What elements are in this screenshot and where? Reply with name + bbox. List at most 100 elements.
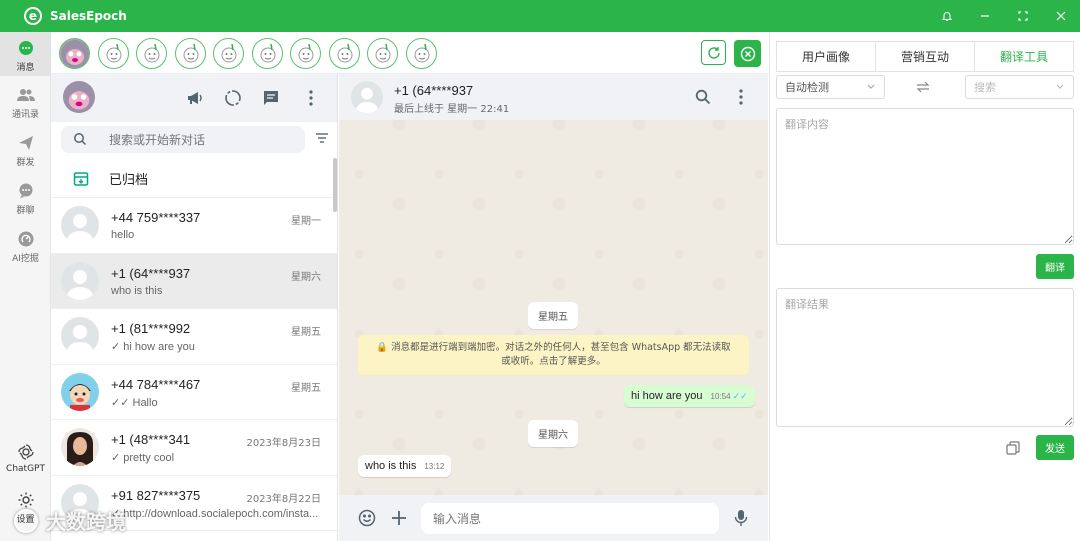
chevron-down-icon	[1056, 84, 1064, 89]
chat-list-item[interactable]: +1 (81****992 ✓ hi how are you 星期五	[51, 309, 337, 365]
salesepoch-logo-icon: e	[24, 7, 42, 25]
translate-result[interactable]	[776, 288, 1074, 427]
chat-last-message: ✓ hi how are you	[111, 341, 195, 353]
account-avatar[interactable]	[290, 38, 321, 69]
message-composer	[339, 495, 768, 541]
bell-icon[interactable]	[928, 0, 966, 32]
new-chat-icon[interactable]	[261, 88, 281, 108]
translate-button[interactable]: 翻译	[1036, 254, 1074, 279]
send-translation-button[interactable]: 发送	[1036, 435, 1074, 460]
last-seen: 最后上线于 星期一 22:41	[394, 104, 510, 115]
read-receipt-icon: ✓✓	[732, 391, 748, 401]
outgoing-message[interactable]: hi how are you 10:54 ✓✓	[624, 385, 755, 407]
menu-dots-icon[interactable]	[301, 88, 321, 108]
tab-translate-tool[interactable]: 翻译工具	[975, 42, 1073, 71]
rail-label: 通讯录	[11, 110, 39, 120]
rail-item-group-chat[interactable]: 群聊	[0, 182, 51, 216]
minimize-icon[interactable]	[966, 0, 1004, 32]
account-avatar[interactable]	[59, 38, 90, 69]
conversation-panel: +1 (64****937 最后上线于 星期一 22:41 星期五 🔒 消息都是…	[339, 74, 768, 541]
default-avatar-icon	[61, 261, 99, 300]
chat-list-panel: 已归档 +44 759****337 hello 星期一 +1 (64****9…	[51, 74, 338, 541]
account-avatar[interactable]	[98, 38, 129, 69]
maximize-icon[interactable]	[1004, 0, 1042, 32]
account-avatar[interactable]	[329, 38, 360, 69]
account-avatar[interactable]	[406, 38, 437, 69]
menu-dots-icon[interactable]	[732, 88, 750, 106]
account-avatar[interactable]	[213, 38, 244, 69]
chat-name: +1 (64****937	[111, 265, 191, 281]
account-avatar[interactable]	[175, 38, 206, 69]
emoji-icon[interactable]	[358, 509, 376, 527]
cartoon-avatar-icon	[61, 372, 99, 411]
date-divider: 星期六	[528, 420, 578, 447]
chat-time: 2023年8月23日	[246, 438, 321, 449]
chat-list-item[interactable]: +1 (48****341 ✓ pretty cool 2023年8月23日	[51, 420, 337, 476]
attach-plus-icon[interactable]	[390, 509, 408, 527]
tab-marketing[interactable]: 营销互动	[876, 42, 975, 71]
message-time: 13:12	[424, 462, 445, 471]
search-icon	[74, 133, 87, 146]
chat-time: 2023年8月22日	[246, 493, 321, 505]
rail-item-broadcast[interactable]: 群发	[0, 134, 51, 168]
account-avatar[interactable]	[367, 38, 398, 69]
swap-languages-icon[interactable]	[916, 80, 930, 94]
archived-row[interactable]: 已归档	[51, 160, 337, 198]
rail-item-contacts[interactable]: 通讯录	[0, 86, 51, 120]
chat-time: 星期五	[291, 382, 321, 394]
chat-last-message: hello	[111, 229, 135, 241]
my-avatar[interactable]	[63, 81, 95, 113]
chat-last-message: who is this	[111, 284, 163, 297]
tab-user-profile[interactable]: 用户画像	[777, 42, 876, 71]
source-language-select[interactable]: 自动检测	[776, 75, 885, 99]
copy-icon[interactable]	[1006, 441, 1020, 455]
lock-icon: 🔒	[376, 342, 389, 353]
contact-avatar[interactable]	[351, 81, 383, 113]
chat-time: 星期一	[291, 216, 321, 227]
target-language-select[interactable]: 搜索	[965, 75, 1074, 99]
app-title: SalesEpoch	[50, 9, 127, 23]
rail-item-messages[interactable]: 消息	[0, 32, 51, 76]
date-divider: 星期五	[528, 302, 578, 329]
rail-label: AI挖掘	[12, 254, 39, 264]
chat-list-item[interactable]: +44 784****467 ✓✓ Hallo 星期五	[51, 365, 337, 420]
rail-item-chatgpt[interactable]: ChatGPT	[0, 443, 51, 474]
refresh-button[interactable]	[701, 40, 726, 65]
message-input[interactable]	[421, 503, 719, 534]
microphone-icon[interactable]	[732, 509, 750, 527]
close-icon[interactable]	[1042, 0, 1080, 32]
search-input[interactable]	[109, 126, 289, 153]
megaphone-icon[interactable]	[185, 88, 205, 108]
panel-tabs: 用户画像 营销互动 翻译工具	[776, 41, 1074, 72]
account-strip	[51, 32, 769, 74]
chat-bubble-icon	[17, 39, 35, 57]
chat-name: +44 759****337	[111, 210, 201, 225]
chat-time: 星期五	[291, 327, 321, 338]
encryption-notice[interactable]: 🔒 消息都是进行端到端加密。对话之外的任何人，甚至包含 WhatsApp 都无法…	[358, 335, 749, 375]
rail-label: 消息	[16, 63, 35, 73]
chat-list-item[interactable]: +1 (64****937 who is this 星期六	[51, 253, 337, 309]
refresh-icon	[707, 46, 720, 59]
contact-name[interactable]: +1 (64****937	[394, 83, 473, 98]
translate-input[interactable]	[776, 108, 1074, 245]
rail-label: 群发	[16, 158, 35, 168]
ai-mining-icon	[17, 230, 35, 248]
incoming-message[interactable]: who is this 13:12	[358, 455, 452, 477]
chat-list-scrollbar[interactable]	[333, 158, 337, 212]
watermark-logo-icon	[14, 508, 38, 533]
status-icon[interactable]	[223, 88, 243, 108]
close-circle-icon	[740, 46, 755, 61]
filter-icon[interactable]	[315, 132, 329, 144]
close-session-button[interactable]	[734, 40, 761, 67]
chat-list-item[interactable]: +44 759****337 hello 星期一	[51, 198, 337, 254]
conversation-header: +1 (64****937 最后上线于 星期一 22:41	[339, 74, 768, 120]
search-icon[interactable]	[694, 88, 712, 106]
search-row	[51, 122, 337, 160]
rail-label: 群聊	[16, 206, 35, 216]
watermark: 大数跨境	[14, 506, 126, 535]
account-avatar[interactable]	[252, 38, 283, 69]
chat-last-message: ✓ http://download.socialepoch.com/insta.…	[111, 507, 319, 520]
rail-item-ai-mining[interactable]: AI挖掘	[0, 230, 51, 264]
title-bar: e SalesEpoch	[0, 0, 1080, 32]
account-avatar[interactable]	[136, 38, 167, 69]
